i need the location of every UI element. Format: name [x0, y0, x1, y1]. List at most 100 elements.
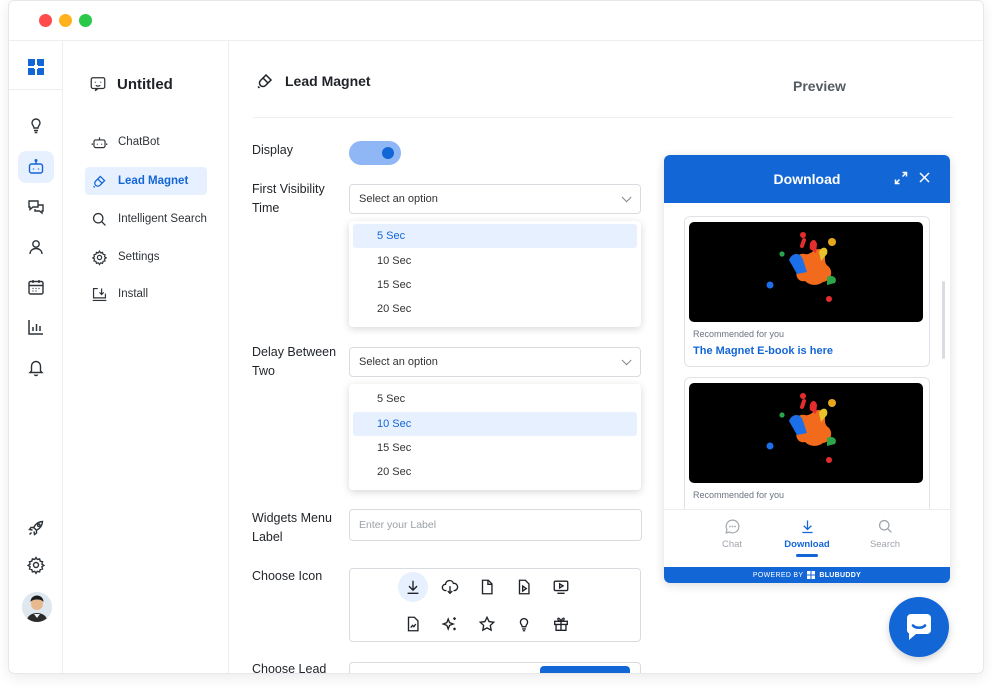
- icon-rail: [9, 41, 63, 673]
- widget-tabs: Chat Download Search: [664, 509, 950, 567]
- subnav-item-settings[interactable]: Settings: [85, 243, 207, 271]
- chevron-down-icon: [621, 355, 632, 366]
- app-window: Untitled ChatBot Lead Magnet Intelligent…: [8, 0, 984, 674]
- page-title: Lead Magnet: [255, 71, 371, 91]
- choose-lead-label: Choose Lead: [252, 662, 327, 674]
- search-icon: [92, 212, 106, 226]
- first-visibility-select[interactable]: Select an option: [349, 184, 641, 214]
- first-visibility-dropdown: 5 Sec 10 Sec 15 Sec 20 Sec: [349, 221, 641, 327]
- file-play-icon[interactable]: [509, 572, 539, 602]
- subnav-item-intelligent-search[interactable]: Intelligent Search: [85, 205, 207, 233]
- bar-chart-icon[interactable]: [18, 311, 54, 343]
- select-placeholder: Select an option: [359, 356, 438, 368]
- option-10-sec[interactable]: 10 Sec: [353, 412, 637, 436]
- preview-widget: Download Recommended for you The Magnet …: [664, 155, 950, 583]
- bot-icon[interactable]: [18, 151, 54, 183]
- magnet-icon: [257, 73, 273, 89]
- subnav-item-label: Intelligent Search: [118, 213, 207, 225]
- option-15-sec[interactable]: 15 Sec: [353, 273, 637, 297]
- choose-icon-label: Choose Icon: [252, 569, 323, 583]
- delay-between-label: Delay Between Two: [252, 345, 337, 378]
- chat-launcher-button[interactable]: [889, 597, 949, 657]
- maximize-window-button[interactable]: [79, 14, 92, 27]
- subnav-item-label: Settings: [118, 251, 160, 263]
- window-titlebar: [9, 1, 983, 41]
- file-icon[interactable]: [472, 572, 502, 602]
- brand-name: BLUBUDDY: [819, 571, 862, 579]
- choose-lead-button[interactable]: [540, 666, 630, 673]
- subnav-item-install[interactable]: Install: [85, 280, 207, 308]
- minimize-window-button[interactable]: [59, 14, 72, 27]
- chat-icon: [724, 519, 739, 534]
- download-icon[interactable]: [398, 572, 428, 602]
- header-divider: [253, 117, 953, 118]
- chat-icon[interactable]: [18, 191, 54, 223]
- gift-icon[interactable]: [546, 609, 576, 639]
- cloud-download-icon[interactable]: [435, 572, 465, 602]
- active-tab-indicator: [796, 554, 818, 557]
- delay-between-dropdown: 5 Sec 10 Sec 15 Sec 20 Sec: [349, 384, 641, 490]
- subnav-item-lead-magnet[interactable]: Lead Magnet: [85, 167, 207, 195]
- content-card[interactable]: Recommended for you: [684, 377, 930, 511]
- option-5-sec[interactable]: 5 Sec: [353, 387, 637, 411]
- widget-tab-label: Chat: [721, 539, 743, 550]
- widget-tab-chat[interactable]: Chat: [697, 518, 767, 550]
- lightbulb-icon[interactable]: [18, 109, 54, 141]
- gear-icon: [91, 249, 108, 266]
- grid-logo-icon[interactable]: [18, 51, 54, 83]
- grid-logo-icon: [807, 571, 816, 579]
- widget-tab-download[interactable]: Download: [772, 518, 842, 557]
- first-visibility-label: First Visibility Time: [252, 182, 325, 215]
- recommended-text: Recommended for you: [693, 329, 785, 339]
- rail-divider: [9, 89, 63, 90]
- display-toggle[interactable]: [349, 141, 401, 165]
- file-chart-icon[interactable]: [398, 609, 428, 639]
- secondary-nav: Untitled ChatBot Lead Magnet Intelligent…: [63, 41, 229, 673]
- powered-by-footer: POWERED BY BLUBUDDY: [664, 567, 950, 583]
- select-placeholder: Select an option: [359, 193, 438, 205]
- widgets-menu-input[interactable]: [349, 509, 642, 541]
- subnav-item-chatbot[interactable]: ChatBot: [85, 128, 207, 156]
- option-5-sec[interactable]: 5 Sec: [353, 224, 637, 248]
- powered-by-text: POWERED BY: [752, 571, 804, 579]
- download-icon: [801, 520, 813, 534]
- subnav-item-label: Lead Magnet: [118, 175, 189, 187]
- main-panel: Lead Magnet Preview Display First Visibi…: [229, 41, 983, 674]
- subnav-item-label: ChatBot: [118, 136, 160, 148]
- widget-header: Download: [664, 155, 950, 203]
- chat-bubble-icon: [906, 614, 931, 640]
- ebook-thumbnail: [689, 222, 923, 322]
- widgets-menu-label: Widgets Menu Label: [252, 511, 332, 544]
- subnav-item-label: Install: [118, 288, 149, 300]
- widget-tab-label: Download: [784, 539, 830, 550]
- sparkle-icon[interactable]: [435, 609, 465, 639]
- page-title-text: Lead Magnet: [285, 73, 371, 89]
- video-icon[interactable]: [546, 572, 576, 602]
- option-10-sec[interactable]: 10 Sec: [353, 249, 637, 273]
- icon-picker: [349, 568, 641, 642]
- widget-scrollbar[interactable]: [942, 281, 945, 359]
- star-icon[interactable]: [472, 609, 502, 639]
- calendar-icon[interactable]: [18, 271, 54, 303]
- option-20-sec[interactable]: 20 Sec: [353, 460, 637, 484]
- content-card[interactable]: Recommended for you The Magnet E-book is…: [684, 216, 930, 367]
- toggle-knob: [382, 147, 394, 159]
- lightbulb-icon[interactable]: [509, 609, 539, 639]
- user-icon[interactable]: [18, 231, 54, 263]
- delay-between-select[interactable]: Select an option: [349, 347, 641, 377]
- display-label: Display: [252, 143, 293, 157]
- close-icon[interactable]: [918, 171, 931, 184]
- gear-icon[interactable]: [18, 549, 54, 581]
- bell-icon[interactable]: [18, 351, 54, 383]
- close-window-button[interactable]: [39, 14, 52, 27]
- widget-tab-search[interactable]: Search: [850, 518, 920, 550]
- option-15-sec[interactable]: 15 Sec: [353, 436, 637, 460]
- search-icon: [878, 519, 892, 533]
- bot-icon: [91, 136, 108, 148]
- recommended-text: Recommended for you: [693, 490, 785, 500]
- card-title[interactable]: The Magnet E-book is here: [693, 345, 833, 357]
- rocket-icon[interactable]: [18, 512, 54, 544]
- expand-icon[interactable]: [894, 171, 908, 185]
- option-20-sec[interactable]: 20 Sec: [353, 297, 637, 321]
- avatar[interactable]: [22, 592, 52, 622]
